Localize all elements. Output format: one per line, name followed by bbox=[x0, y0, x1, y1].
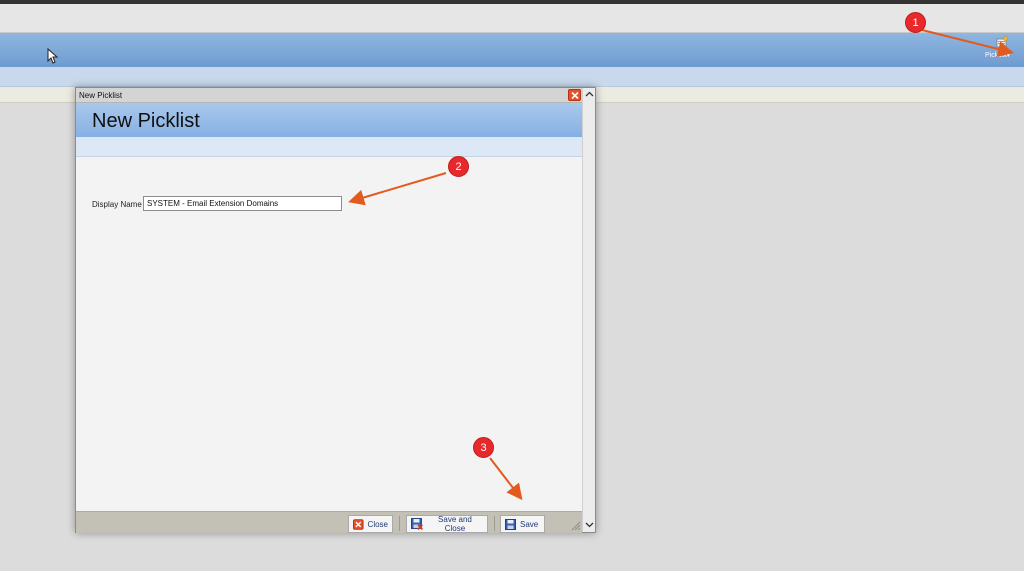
dialog-window-title: New Picklist bbox=[79, 91, 123, 100]
dialog-heading: New Picklist bbox=[92, 110, 200, 132]
footer-separator bbox=[494, 516, 495, 531]
picklist-icon bbox=[996, 36, 1008, 48]
mouse-cursor-icon bbox=[47, 48, 59, 64]
dialog-banner: New Picklist bbox=[76, 103, 582, 137]
app-header bbox=[0, 33, 1024, 67]
close-button-label: Close bbox=[367, 519, 388, 529]
dialog-close-icon[interactable] bbox=[568, 89, 581, 101]
dialog-footer: Close Save and Close Save bbox=[76, 511, 582, 533]
new-picklist-dialog: New Picklist New Picklist Display Name C… bbox=[75, 87, 596, 533]
display-name-input[interactable] bbox=[143, 196, 342, 211]
save-button-label: Save bbox=[520, 519, 539, 529]
scroll-up-icon[interactable] bbox=[584, 89, 595, 100]
browser-toolbar bbox=[0, 4, 1024, 33]
save-close-icon bbox=[411, 518, 423, 530]
sub-header-bar bbox=[0, 67, 1024, 87]
dialog-scrollbar[interactable] bbox=[582, 88, 595, 532]
dialog-titlebar[interactable]: New Picklist bbox=[76, 88, 582, 103]
close-button[interactable]: Close bbox=[348, 515, 393, 533]
save-and-close-label: Save and Close bbox=[438, 515, 472, 533]
scroll-down-icon[interactable] bbox=[584, 519, 595, 530]
annotation-badge-3: 3 bbox=[473, 437, 494, 458]
display-name-label: Display Name bbox=[92, 200, 142, 209]
annotation-badge-1: 1 bbox=[905, 12, 926, 33]
dialog-subbar bbox=[76, 137, 582, 157]
annotation-badge-2: 2 bbox=[448, 156, 469, 177]
save-and-close-button[interactable]: Save and Close bbox=[406, 515, 488, 533]
resize-grip-icon[interactable] bbox=[570, 520, 581, 531]
close-x-icon bbox=[353, 518, 364, 530]
save-disk-icon bbox=[505, 518, 516, 530]
picklist-menu-label: Picklist▾ bbox=[985, 52, 1010, 59]
footer-separator bbox=[399, 516, 400, 531]
save-button[interactable]: Save bbox=[500, 515, 545, 533]
picklist-menu-button[interactable]: Picklist▾ bbox=[982, 34, 1022, 64]
